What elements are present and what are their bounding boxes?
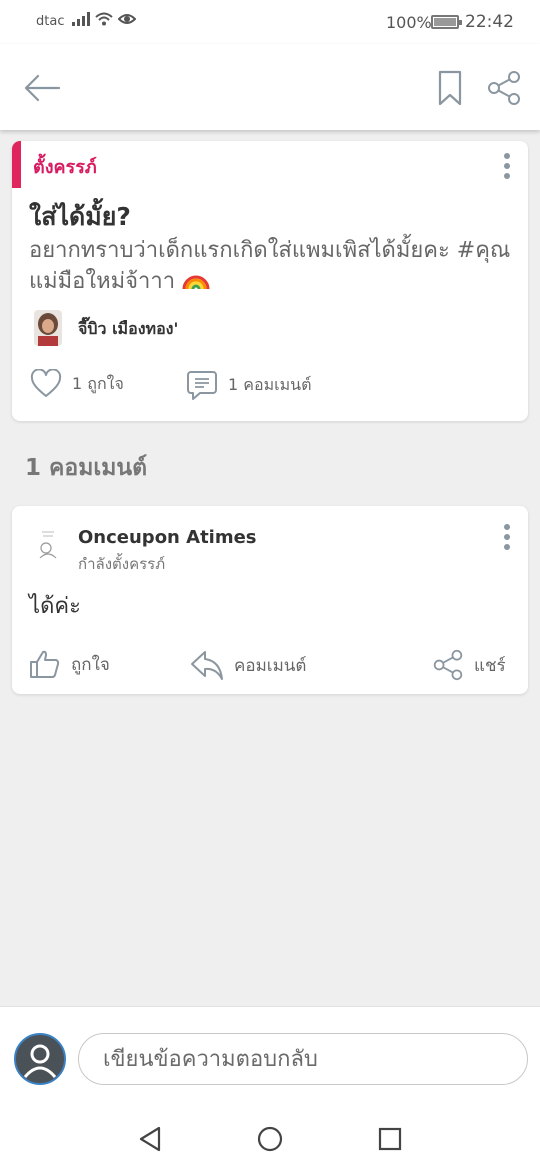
post-card: ตั้งครรภ์ ใส่ได้มั้ย? อยากทราบว่าเด็กแรก… bbox=[12, 141, 528, 421]
status-icons bbox=[72, 12, 136, 26]
nav-recents-button[interactable] bbox=[375, 1124, 405, 1154]
like-count: 1 ถูกใจ bbox=[72, 373, 124, 393]
comment-icon bbox=[187, 371, 217, 400]
author-name[interactable]: จี๊บิว เมืองทอง' bbox=[78, 317, 178, 342]
battery-icon bbox=[431, 15, 462, 29]
comment-like-button[interactable]: ถูกใจ bbox=[29, 649, 110, 679]
eye-icon bbox=[118, 14, 136, 24]
reply-bar bbox=[0, 1006, 540, 1108]
wifi-icon bbox=[95, 12, 113, 26]
app-bar bbox=[0, 44, 540, 130]
share-icon bbox=[488, 71, 520, 105]
more-icon bbox=[504, 524, 510, 530]
comment-like-label: ถูกใจ bbox=[71, 654, 110, 675]
triangle-back-icon bbox=[139, 1126, 161, 1152]
post-body-text: อยากทราบว่าเด็กแรกเกิดใส่แพมเพิสได้มั้ยค… bbox=[29, 238, 511, 294]
user-avatar[interactable] bbox=[14, 1033, 66, 1085]
square-recents-icon bbox=[378, 1127, 402, 1151]
more-icon bbox=[504, 153, 510, 159]
commenter-avatar[interactable] bbox=[34, 526, 62, 562]
comment-share-label: แชร์ bbox=[474, 655, 506, 676]
clock: 22:42 bbox=[465, 12, 514, 32]
comments-section-title: 1 คอมเมนต์ bbox=[25, 455, 148, 481]
system-nav-bar bbox=[0, 1108, 540, 1170]
nav-back-button[interactable] bbox=[135, 1124, 165, 1154]
comment-share-button[interactable]: แชร์ bbox=[432, 649, 506, 681]
user-icon bbox=[23, 1044, 57, 1078]
post-body: อยากทราบว่าเด็กแรกเกิดใส่แพมเพิสได้มั้ยค… bbox=[29, 235, 519, 297]
status-bar: dtac 100% 22:42 bbox=[0, 0, 540, 44]
post-more-button[interactable] bbox=[500, 153, 514, 179]
signal-icon bbox=[72, 12, 90, 26]
bookmark-icon bbox=[438, 70, 462, 106]
bookmark-button[interactable] bbox=[432, 66, 468, 110]
share-button[interactable] bbox=[484, 66, 524, 110]
thumbs-up-icon bbox=[30, 650, 60, 678]
comment-button[interactable]: 1 คอมเมนต์ bbox=[186, 369, 311, 401]
commenter-status: กำลังตั้งครรภ์ bbox=[78, 555, 166, 573]
reply-icon bbox=[191, 651, 223, 680]
arrow-left-icon bbox=[24, 74, 61, 102]
rainbow-icon bbox=[182, 275, 210, 290]
heart-icon bbox=[30, 369, 62, 397]
comment-card: Onceupon Atimes กำลังตั้งครรภ์ ได้ค่ะ ถู… bbox=[12, 506, 528, 694]
commenter-name[interactable]: Onceupon Atimes bbox=[78, 527, 257, 548]
reply-input[interactable] bbox=[78, 1033, 528, 1085]
comment-more-button[interactable] bbox=[500, 524, 514, 550]
post-title: ใส่ได้มั้ย? bbox=[29, 202, 131, 231]
comment-reply-button[interactable]: คอมเมนต์ bbox=[190, 649, 306, 681]
circle-home-icon bbox=[257, 1126, 283, 1152]
comment-count: 1 คอมเมนต์ bbox=[228, 374, 312, 394]
post-category[interactable]: ตั้งครรภ์ bbox=[33, 152, 97, 181]
author-avatar[interactable] bbox=[34, 310, 62, 346]
share-icon bbox=[433, 649, 463, 681]
nav-home-button[interactable] bbox=[255, 1124, 285, 1154]
comment-text: ได้ค่ะ bbox=[29, 594, 81, 619]
category-accent bbox=[12, 141, 21, 188]
back-button[interactable] bbox=[20, 68, 64, 108]
like-button[interactable]: 1 ถูกใจ bbox=[30, 369, 124, 399]
battery-percent: 100% bbox=[386, 13, 432, 32]
carrier-label: dtac bbox=[36, 14, 65, 29]
comment-reply-label: คอมเมนต์ bbox=[234, 655, 307, 676]
